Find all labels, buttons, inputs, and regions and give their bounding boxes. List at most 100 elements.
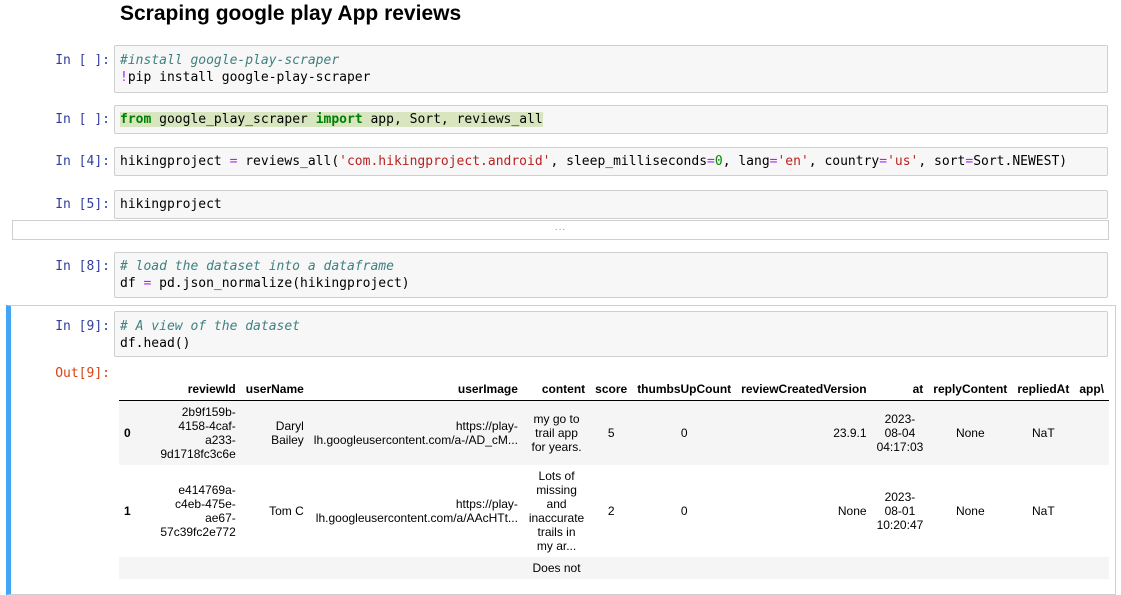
cell-repliedAt — [1012, 557, 1075, 579]
column-header: thumbsUpCount — [632, 378, 737, 401]
cell-content: my go to trail app for years. — [522, 400, 591, 465]
string-literal: 'us' — [887, 154, 919, 169]
code-cell-load[interactable]: # load the dataset into a dataframe df =… — [114, 252, 1108, 298]
operator: = — [707, 154, 715, 169]
string-literal: 'en' — [777, 154, 809, 169]
cell-content: Lots of missing and inaccurate trails in… — [528, 469, 585, 553]
cell-prompt: In [ ]: — [55, 53, 110, 68]
operator: = — [965, 154, 974, 169]
code-text: Sort.NEWEST) — [973, 154, 1068, 169]
column-header: score — [590, 378, 633, 401]
cell-reviewId: 2b9f159b- 4158-4caf- a233- 9d1718fc3c6e — [138, 400, 241, 465]
cell-repliedAt: NaT — [1031, 504, 1055, 518]
cell-thumbsUpCount: 0 — [632, 400, 737, 465]
code-text: , lang — [722, 154, 770, 169]
cell-prompt: In [ ]: — [55, 112, 110, 127]
cell-content: Does not — [522, 557, 591, 579]
cell-userImage: https://play- lh.googleusercontent.com/a… — [315, 497, 518, 525]
code-cell-import[interactable]: from google_play_scraper import app, Sor… — [114, 105, 1108, 134]
cell-at: 2023- 08-01 10:20:47 — [876, 490, 924, 532]
cell-reviewCreatedVersion — [736, 557, 872, 579]
keyword-import: import — [315, 112, 363, 127]
column-header: userImage — [308, 378, 523, 401]
cell-replyContent — [928, 557, 1013, 579]
code-line: df.head() — [120, 335, 190, 352]
code-text: pd.json_normalize(hikingproject) — [151, 276, 410, 291]
cell-prompt: In [5]: — [55, 197, 110, 212]
code-comment: # load the dataset into a dataframe — [120, 259, 394, 274]
column-header: app\ — [1074, 378, 1109, 401]
cell-at — [871, 557, 929, 579]
output-prompt: Out[9]: — [55, 366, 110, 381]
table-row: 0 2b9f159b- 4158-4caf- a233- 9d1718fc3c6… — [119, 400, 1109, 465]
cell-thumbsUpCount: 0 — [680, 504, 688, 518]
cell-app — [1074, 400, 1109, 465]
cell-replyContent: None — [928, 400, 1013, 465]
cell-reviewId — [138, 557, 241, 579]
string-literal: 'com.hikingproject.android' — [339, 154, 551, 169]
cell-prompt: In [8]: — [55, 259, 110, 274]
cell-userImage — [308, 557, 523, 579]
cell-repliedAt: NaT — [1012, 400, 1075, 465]
cell-app — [1074, 465, 1109, 557]
dataframe-output: reviewId userName userImage content scor… — [119, 378, 1109, 588]
cell-userName — [240, 557, 309, 579]
collapsed-output-ellipsis: ... — [554, 223, 567, 233]
column-header — [119, 378, 139, 401]
number-literal: 0 — [714, 154, 723, 169]
dataframe-table: reviewId userName userImage content scor… — [119, 378, 1109, 579]
cell-prompt: In [4]: — [55, 154, 110, 169]
cell-at: 2023- 08-04 04:17:03 — [871, 400, 929, 465]
row-index: 1 — [124, 504, 131, 518]
code-text: reviews_all( — [237, 154, 340, 169]
cell-reviewCreatedVersion: 23.9.1 — [736, 400, 872, 465]
code-selection: from google_play_scraper import app, Sor… — [120, 112, 543, 127]
column-header: reviewCreatedVersion — [736, 378, 872, 401]
column-header: content — [522, 378, 591, 401]
code-text: pip install google-play-scraper — [127, 70, 371, 85]
code-line: !pip install google-play-scraper — [120, 69, 370, 86]
code-line: # A view of the dataset — [120, 318, 300, 335]
column-header: at — [871, 378, 929, 401]
cell-userImage: https://play- lh.googleusercontent.com/a… — [308, 400, 523, 465]
cell-score: 5 — [590, 400, 633, 465]
code-cell-display[interactable]: hikingproject — [114, 190, 1108, 219]
keyword-from: from — [120, 112, 152, 127]
shell-bang: ! — [120, 70, 128, 85]
code-text: df — [120, 276, 144, 291]
collapsed-output[interactable]: ... — [12, 220, 1109, 240]
row-index: 0 — [119, 400, 139, 465]
code-cell-install[interactable]: #install google-play-scraper !pip instal… — [114, 45, 1108, 93]
code-text: df.head() — [120, 336, 191, 351]
table-row: Does not — [119, 557, 1109, 579]
cell-replyContent: None — [955, 504, 985, 518]
row-index — [119, 557, 139, 579]
operator: = — [879, 154, 888, 169]
column-header: userName — [240, 378, 309, 401]
column-header: replyContent — [928, 378, 1013, 401]
code-line: hikingproject — [120, 196, 222, 213]
code-line: df = pd.json_normalize(hikingproject) — [120, 275, 410, 292]
code-text: hikingproject — [120, 154, 230, 169]
cell-userName: Tom C — [269, 504, 304, 518]
code-comment: # A view of the dataset — [120, 319, 301, 334]
code-line: #install google-play-scraper — [120, 52, 339, 69]
column-header: reviewId — [138, 378, 241, 401]
notebook-heading: Scraping google play App reviews — [120, 2, 462, 25]
cell-app — [1074, 557, 1109, 579]
code-text: app, Sort, reviews_all — [362, 112, 543, 127]
cell-score: 2 — [607, 504, 615, 518]
code-line: hikingproject = reviews_all('com.hikingp… — [120, 153, 1067, 170]
code-text: , sleep_milliseconds — [550, 154, 708, 169]
code-cell-head[interactable]: # A view of the dataset df.head() — [114, 311, 1108, 357]
column-header: repliedAt — [1012, 378, 1075, 401]
code-cell-reviews[interactable]: hikingproject = reviews_all('com.hikingp… — [114, 147, 1108, 176]
code-text: hikingproject — [120, 197, 222, 212]
cell-reviewId: e414769a- c4eb-475e- ae67- 57c39fc2e772 — [160, 483, 236, 539]
code-line: from google_play_scraper import app, Sor… — [120, 111, 543, 128]
cell-userName: Daryl Bailey — [240, 400, 309, 465]
cell-score — [590, 557, 633, 579]
cell-prompt: In [9]: — [55, 319, 110, 334]
code-line: # load the dataset into a dataframe — [120, 258, 394, 275]
code-text: , country — [808, 154, 880, 169]
